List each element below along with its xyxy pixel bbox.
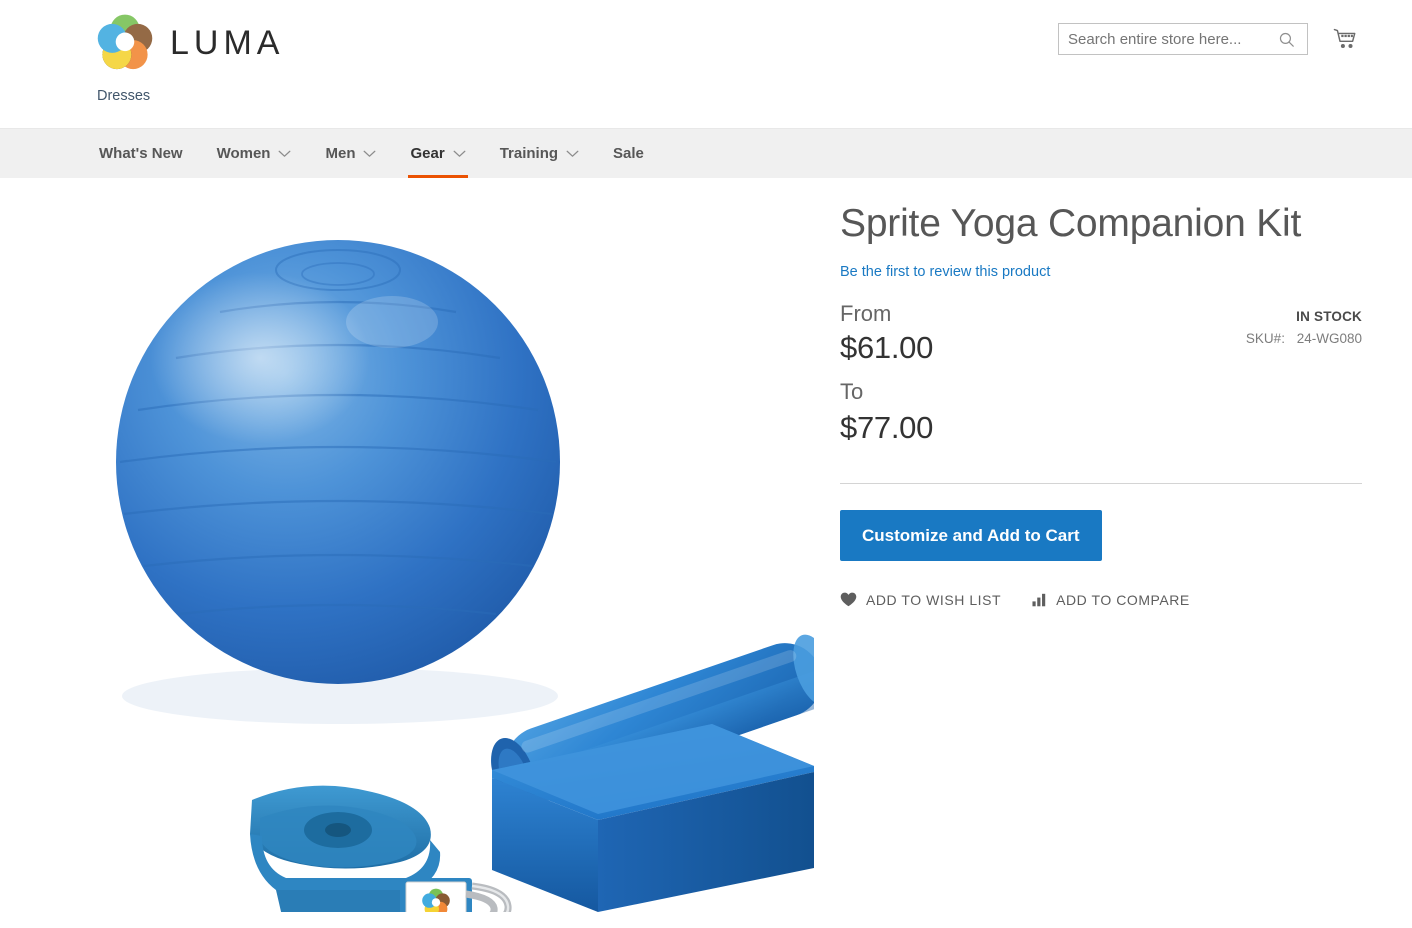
main-navigation: What's New Women Men Gear Training Sale [0, 128, 1412, 178]
add-to-compare-button[interactable]: ADD TO COMPARE [1032, 592, 1190, 608]
nav-item-label: What's New [99, 145, 183, 162]
customize-and-add-to-cart-button[interactable]: Customize and Add to Cart [840, 509, 1102, 561]
search-icon[interactable] [1271, 24, 1301, 54]
nav-item-training[interactable]: Training [483, 129, 596, 178]
nav-item-men[interactable]: Men [308, 129, 393, 178]
divider [840, 482, 1362, 484]
breadcrumb[interactable]: Dresses [97, 88, 150, 104]
sku-value: 24-WG080 [1296, 330, 1362, 346]
search-input[interactable] [1059, 24, 1271, 54]
heart-icon [840, 592, 857, 607]
product-image[interactable] [100, 200, 814, 912]
luma-rings-logo-icon [96, 14, 154, 72]
stock-block: IN STOCK SKU#: 24-WG080 [1246, 300, 1362, 346]
page-header: LUMA Dresses [0, 0, 1412, 128]
nav-item-sale[interactable]: Sale [596, 129, 661, 178]
compare-bars-icon [1032, 593, 1047, 607]
price-to-value: $77.00 [840, 409, 934, 445]
nav-item-label: Sale [613, 145, 644, 162]
chevron-down-icon [278, 150, 291, 158]
search-box[interactable] [1058, 23, 1308, 55]
price-from-label: From [840, 300, 892, 326]
nav-item-label: Women [216, 145, 271, 162]
nav-item-gear[interactable]: Gear [393, 129, 482, 178]
price-from-value: $61.00 [840, 330, 934, 366]
page-title: Sprite Yoga Companion Kit [840, 202, 1302, 245]
logo-text: LUMA [170, 23, 285, 62]
sku-label: SKU#: [1245, 330, 1285, 346]
product-info: Sprite Yoga Companion Kit Be the first t… [840, 200, 1362, 912]
chevron-down-icon [566, 150, 579, 158]
sku-line: SKU#: 24-WG080 [1246, 331, 1362, 346]
chevron-down-icon [453, 150, 466, 158]
nav-item-label: Training [499, 145, 559, 162]
review-link[interactable]: Be the first to review this product [840, 264, 1050, 280]
nav-item-whats-new[interactable]: What's New [82, 129, 200, 178]
logo[interactable]: LUMA [96, 14, 284, 72]
add-to-wish-list-button[interactable]: ADD TO WISH LIST [840, 592, 1001, 608]
shopping-cart-icon[interactable] [1328, 23, 1362, 55]
status-badge: IN STOCK [1296, 308, 1362, 324]
price-block: From $61.00 To $77.00 [840, 300, 933, 449]
price-to-label: To [840, 379, 864, 405]
nav-item-label: Gear [410, 145, 445, 162]
header-search-area [1058, 23, 1362, 55]
chevron-down-icon [363, 150, 376, 158]
product-main: Sprite Yoga Companion Kit Be the first t… [0, 178, 1412, 912]
price-and-stock-row: From $61.00 To $77.00 IN STOCK SKU#: 24-… [840, 300, 1362, 449]
nav-item-women[interactable]: Women [200, 129, 309, 178]
action-link-label: ADD TO WISH LIST [866, 591, 1002, 608]
action-link-label: ADD TO COMPARE [1056, 591, 1190, 608]
product-action-links: ADD TO WISH LIST ADD TO COMPARE [840, 592, 1362, 608]
nav-item-label: Men [325, 145, 356, 162]
